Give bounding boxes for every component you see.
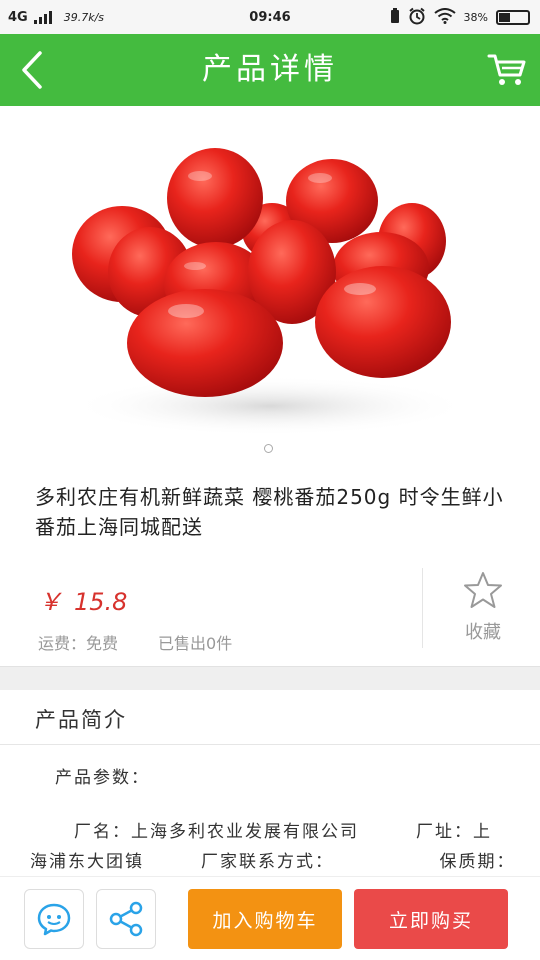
wifi-icon [433,7,456,27]
buy-now-button[interactable]: 立即购买 [354,889,508,949]
share-button[interactable] [96,889,156,949]
section-title: 产品简介 [35,708,127,732]
add-to-cart-button[interactable]: 加入购物车 [188,889,342,949]
battery-saver-icon [390,7,400,27]
chat-bubble-icon [37,903,71,936]
favorite-label: 收藏 [465,622,501,643]
product-meta: 运费：免费 已售出0件 [38,630,232,654]
battery-icon [496,9,530,25]
currency-symbol: ￥ [38,588,62,616]
cart-button[interactable] [482,46,532,94]
status-bar: 4G 39.7k/s 09:46 38% [0,0,540,34]
bottom-action-bar: 加入购物车 立即购买 [0,876,540,960]
product-image[interactable] [0,106,540,461]
section-separator [0,666,540,690]
signal-icon [33,10,52,24]
network-type: 4G [8,9,28,25]
nav-bar: 产品详情 [0,34,540,106]
star-icon [464,572,502,608]
carousel-indicator[interactable] [264,444,273,453]
page-title: 产品详情 [202,52,338,87]
network-speed: 39.7k/s [63,10,105,24]
price-value: 15.8 [74,588,128,616]
params-label: 产品参数： [55,768,150,788]
customer-service-button[interactable] [24,889,84,949]
share-icon [109,901,143,937]
alarm-icon [408,7,426,28]
intro-header: 产品简介 [0,690,540,745]
favorite-button[interactable]: 收藏 [438,570,528,650]
cherry-tomatoes-image [70,148,470,436]
product-description: 产品参数： 厂名：上海多利农业发展有限公司 厂址：上海浦东大团镇 厂家联系方式：… [0,745,540,880]
sold-count: 已售出0件 [158,634,233,653]
description-body: 厂名：上海多利农业发展有限公司 厂址：上海浦东大团镇 厂家联系方式： 保质期： … [30,822,540,872]
product-title: 多利农庄有机新鲜蔬菜 樱桃番茄250g 时令生鲜小番茄上海同城配送 [35,485,504,539]
shipping-fee: 运费：免费 [38,634,119,653]
price: ￥ 15.8 [38,582,127,617]
divider [422,568,423,648]
cart-icon [487,54,526,85]
battery-percent: 38% [463,10,488,24]
